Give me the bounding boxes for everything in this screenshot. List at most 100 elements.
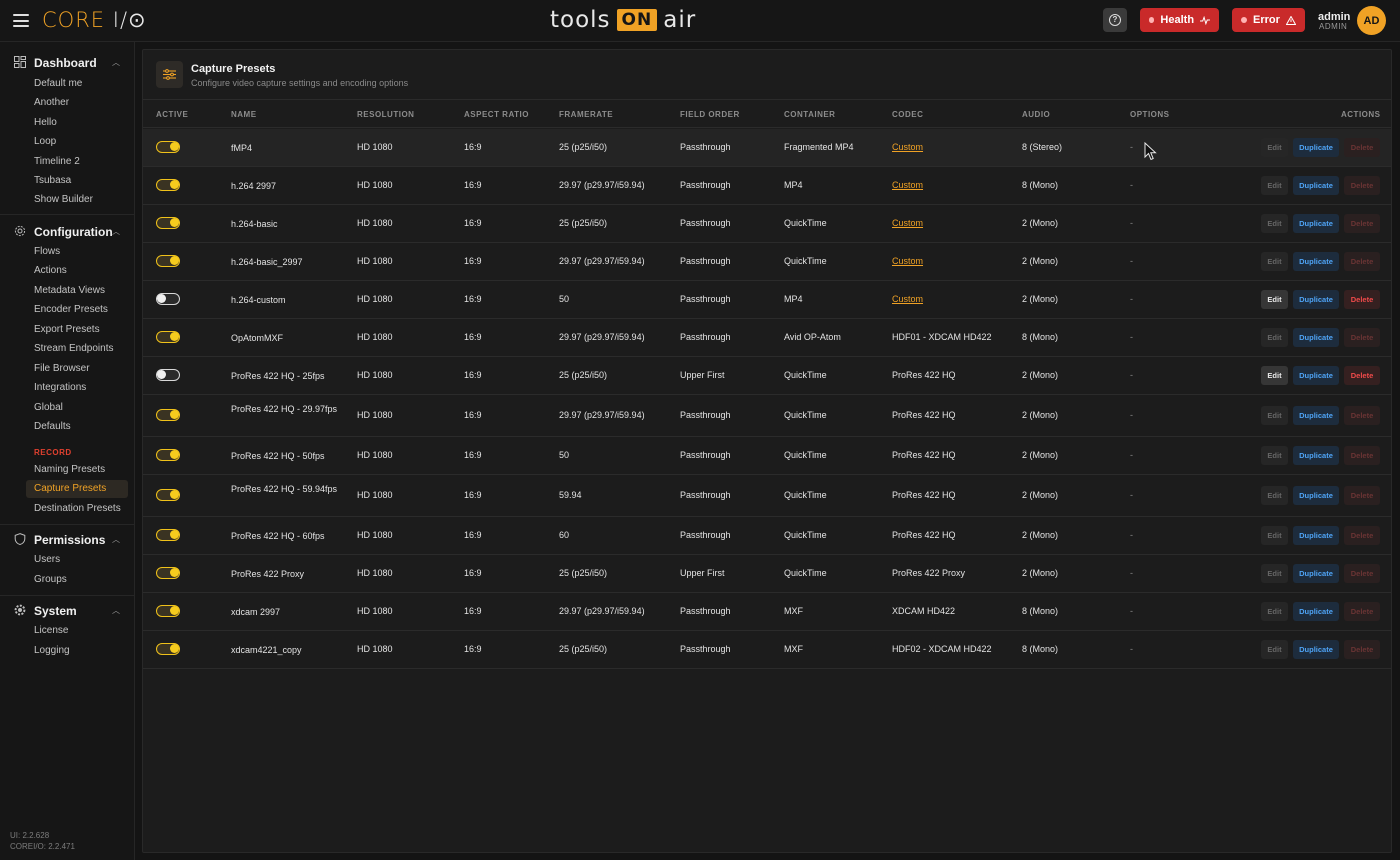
col-header-aspect-ratio[interactable]: ASPECT RATIO (464, 110, 529, 119)
duplicate-button[interactable]: Duplicate (1293, 602, 1339, 621)
active-toggle[interactable] (156, 409, 180, 421)
avatar[interactable]: AD (1357, 6, 1386, 35)
cell-codec[interactable]: Custom (892, 142, 923, 152)
sidebar-item-timeline-2[interactable]: Timeline 2 (26, 153, 128, 171)
sidebar-item-encoder-presets[interactable]: Encoder Presets (26, 301, 128, 319)
active-toggle[interactable] (156, 255, 180, 267)
cell-codec[interactable]: Custom (892, 256, 923, 266)
duplicate-button[interactable]: Duplicate (1293, 486, 1339, 505)
edit-button[interactable]: Edit (1261, 486, 1288, 505)
sidebar-item-destination-presets[interactable]: Destination Presets (26, 500, 128, 518)
active-toggle[interactable] (156, 489, 180, 501)
active-toggle[interactable] (156, 331, 180, 343)
sidebar-section-system[interactable]: System ︿ (0, 601, 134, 621)
sidebar-item-loop[interactable]: Loop (26, 133, 128, 151)
sidebar-item-logging[interactable]: Logging (26, 642, 128, 660)
col-header-audio[interactable]: AUDIO (1022, 110, 1050, 119)
sidebar-section-configuration[interactable]: Configuration ︿ (0, 222, 134, 242)
col-header-field-order[interactable]: FIELD ORDER (680, 110, 740, 119)
col-header-codec[interactable]: CODEC (892, 110, 923, 119)
health-button[interactable]: Health (1140, 8, 1219, 32)
col-header-options[interactable]: OPTIONS (1130, 110, 1170, 119)
delete-button[interactable]: Delete (1344, 640, 1380, 659)
active-toggle[interactable] (156, 529, 180, 541)
active-toggle[interactable] (156, 643, 180, 655)
sidebar-item-show-builder[interactable]: Show Builder (26, 191, 128, 209)
duplicate-button[interactable]: Duplicate (1293, 290, 1339, 309)
col-header-name[interactable]: NAME (231, 110, 257, 119)
delete-button[interactable]: Delete (1344, 328, 1380, 347)
delete-button[interactable]: Delete (1344, 252, 1380, 271)
active-toggle[interactable] (156, 369, 180, 381)
edit-button[interactable]: Edit (1261, 214, 1288, 233)
active-toggle[interactable] (156, 449, 180, 461)
delete-button[interactable]: Delete (1344, 366, 1380, 385)
edit-button[interactable]: Edit (1261, 602, 1288, 621)
delete-button[interactable]: Delete (1344, 602, 1380, 621)
sidebar-item-capture-presets[interactable]: Capture Presets (26, 480, 128, 498)
active-toggle[interactable] (156, 141, 180, 153)
active-toggle[interactable] (156, 605, 180, 617)
menu-icon[interactable] (13, 14, 29, 27)
edit-button[interactable]: Edit (1261, 406, 1288, 425)
sidebar-item-defaults[interactable]: Defaults (26, 418, 128, 436)
sidebar-item-metadata-views[interactable]: Metadata Views (26, 282, 128, 300)
col-header-framerate[interactable]: FRAMERATE (559, 110, 613, 119)
sidebar-item-integrations[interactable]: Integrations (26, 379, 128, 397)
duplicate-button[interactable]: Duplicate (1293, 366, 1339, 385)
delete-button[interactable]: Delete (1344, 446, 1380, 465)
delete-button[interactable]: Delete (1344, 406, 1380, 425)
duplicate-button[interactable]: Duplicate (1293, 214, 1339, 233)
duplicate-button[interactable]: Duplicate (1293, 564, 1339, 583)
edit-button[interactable]: Edit (1261, 446, 1288, 465)
edit-button[interactable]: Edit (1261, 290, 1288, 309)
sidebar-item-tsubasa[interactable]: Tsubasa (26, 172, 128, 190)
sidebar-section-permissions[interactable]: Permissions ︿ (0, 530, 134, 550)
sidebar-item-file-browser[interactable]: File Browser (26, 360, 128, 378)
active-toggle[interactable] (156, 217, 180, 229)
cell-codec[interactable]: Custom (892, 180, 923, 190)
sidebar-item-groups[interactable]: Groups (26, 571, 128, 589)
duplicate-button[interactable]: Duplicate (1293, 526, 1339, 545)
error-button[interactable]: Error (1232, 8, 1305, 32)
edit-button[interactable]: Edit (1261, 564, 1288, 583)
edit-button[interactable]: Edit (1261, 328, 1288, 347)
cell-codec[interactable]: Custom (892, 218, 923, 228)
col-header-container[interactable]: CONTAINER (784, 110, 835, 119)
sidebar-section-dashboard[interactable]: Dashboard ︿ (0, 53, 134, 73)
delete-button[interactable]: Delete (1344, 486, 1380, 505)
help-button[interactable]: ? (1103, 8, 1127, 32)
sidebar-item-stream-endpoints[interactable]: Stream Endpoints (26, 340, 128, 358)
cell-codec[interactable]: Custom (892, 294, 923, 304)
duplicate-button[interactable]: Duplicate (1293, 640, 1339, 659)
sidebar-item-global[interactable]: Global (26, 399, 128, 417)
sidebar-item-license[interactable]: License (26, 622, 128, 640)
delete-button[interactable]: Delete (1344, 214, 1380, 233)
sidebar-item-another[interactable]: Another (26, 94, 128, 112)
duplicate-button[interactable]: Duplicate (1293, 176, 1339, 195)
sidebar-item-flows[interactable]: Flows (26, 243, 128, 261)
duplicate-button[interactable]: Duplicate (1293, 328, 1339, 347)
col-header-active[interactable]: ACTIVE (156, 110, 188, 119)
duplicate-button[interactable]: Duplicate (1293, 138, 1339, 157)
duplicate-button[interactable]: Duplicate (1293, 252, 1339, 271)
sidebar-item-users[interactable]: Users (26, 551, 128, 569)
edit-button[interactable]: Edit (1261, 366, 1288, 385)
duplicate-button[interactable]: Duplicate (1293, 446, 1339, 465)
delete-button[interactable]: Delete (1344, 290, 1380, 309)
sidebar-item-default-me[interactable]: Default me (26, 75, 128, 93)
sidebar-item-export-presets[interactable]: Export Presets (26, 321, 128, 339)
sidebar-item-actions[interactable]: Actions (26, 262, 128, 280)
active-toggle[interactable] (156, 293, 180, 305)
active-toggle[interactable] (156, 179, 180, 191)
delete-button[interactable]: Delete (1344, 564, 1380, 583)
edit-button[interactable]: Edit (1261, 176, 1288, 195)
edit-button[interactable]: Edit (1261, 252, 1288, 271)
edit-button[interactable]: Edit (1261, 138, 1288, 157)
edit-button[interactable]: Edit (1261, 640, 1288, 659)
delete-button[interactable]: Delete (1344, 176, 1380, 195)
duplicate-button[interactable]: Duplicate (1293, 406, 1339, 425)
delete-button[interactable]: Delete (1344, 138, 1380, 157)
edit-button[interactable]: Edit (1261, 526, 1288, 545)
sidebar-item-hello[interactable]: Hello (26, 114, 128, 132)
